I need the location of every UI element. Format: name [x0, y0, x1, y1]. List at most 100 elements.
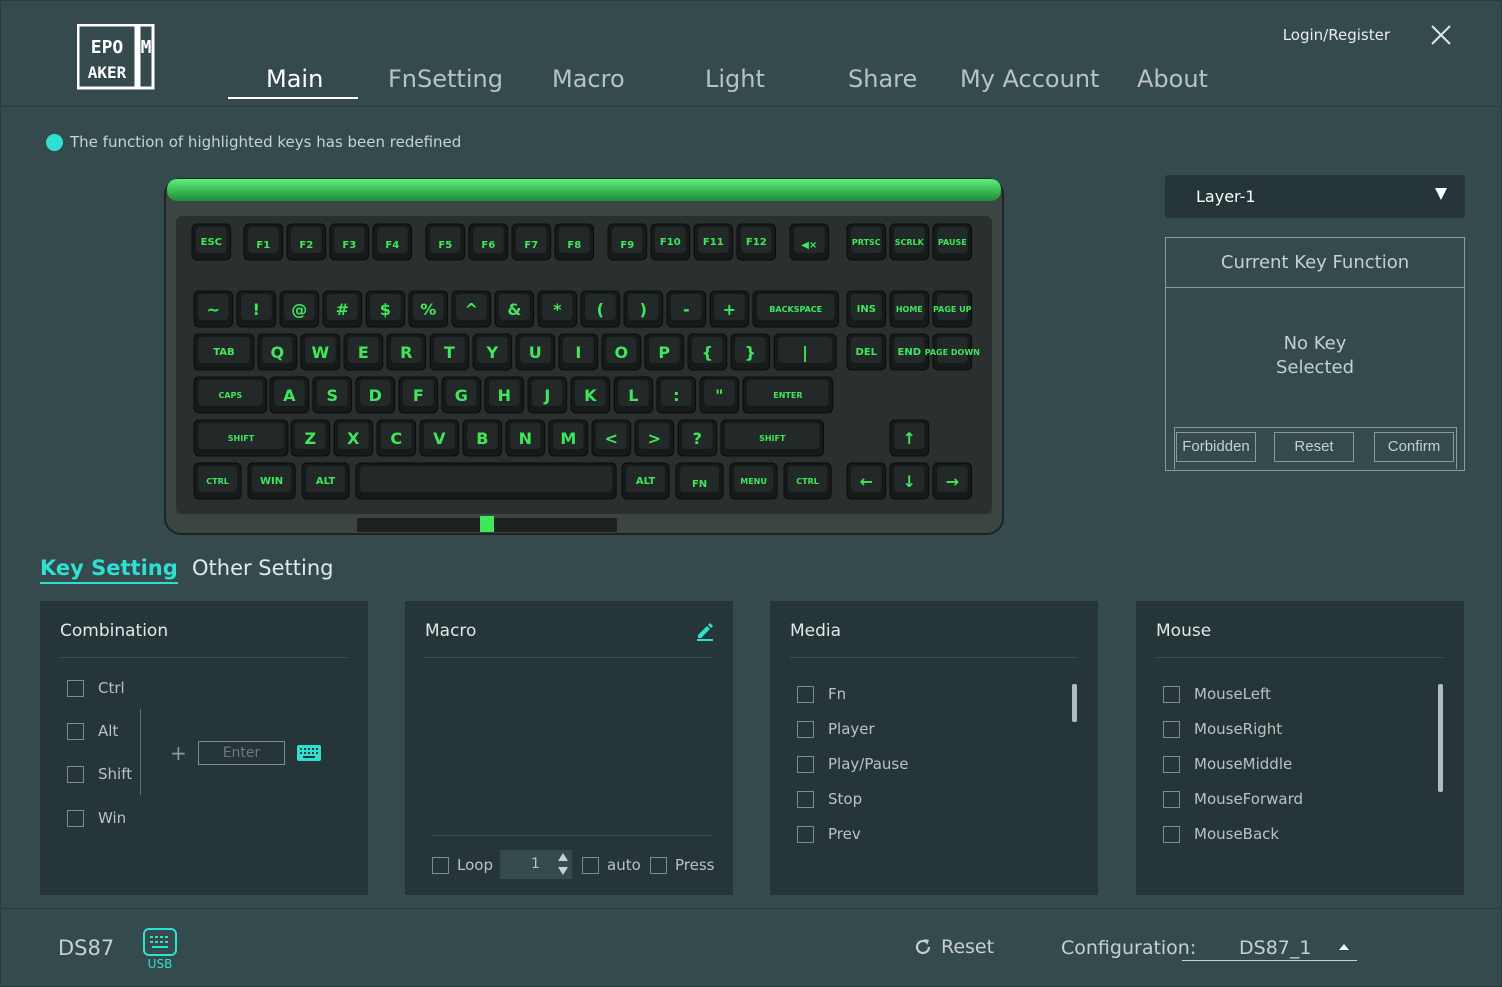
keyboard-key[interactable]: C [376, 419, 417, 457]
media-item-fn[interactable]: Fn [797, 685, 846, 703]
keyboard-key[interactable]: PRTSC [846, 223, 887, 261]
keyboard-key[interactable]: ! [236, 290, 277, 328]
nav-tab-fnsetting[interactable]: FnSetting [388, 65, 503, 93]
keyboard-key[interactable]: Y [472, 333, 513, 371]
keyboard-key[interactable]: PAUSE [932, 223, 973, 261]
login-register-link[interactable]: Login/Register [1283, 26, 1390, 44]
keyboard-key[interactable]: F12 [736, 223, 777, 261]
keyboard-key[interactable]: & [494, 290, 535, 328]
keyboard-key[interactable]: SCRLK [889, 223, 930, 261]
keyboard-key[interactable]: : [656, 376, 697, 414]
nav-tab-light[interactable]: Light [705, 65, 765, 93]
media-item-prev[interactable]: Prev [797, 825, 861, 843]
keyboard-key[interactable]: CTRL [783, 462, 832, 500]
keyboard-key[interactable]: } [730, 333, 771, 371]
media-item-player[interactable]: Player [797, 720, 875, 738]
keyboard-key[interactable]: A [269, 376, 310, 414]
keyboard-key[interactable]: F5 [425, 223, 466, 261]
keyboard-key[interactable]: P [644, 333, 685, 371]
tab-other-setting[interactable]: Other Setting [192, 556, 334, 580]
keyboard-key[interactable]: > [634, 419, 675, 457]
reset-key-button[interactable]: Reset [1274, 432, 1354, 462]
keyboard-key[interactable]: - [666, 290, 707, 328]
keyboard-icon[interactable] [297, 745, 321, 761]
loop-count-stepper[interactable]: 1 [500, 850, 572, 879]
keyboard-key[interactable]: HOME [889, 290, 930, 328]
keyboard-key[interactable]: ^ [451, 290, 492, 328]
keyboard-key[interactable]: ALT [301, 462, 350, 500]
mouse-item-forward[interactable]: MouseForward [1163, 790, 1303, 808]
keyboard-key[interactable]: ↑ [889, 419, 930, 457]
keyboard-key[interactable]: X [333, 419, 374, 457]
keyboard-key[interactable]: @ [279, 290, 320, 328]
keyboard-key[interactable]: SHIFT [720, 419, 824, 457]
modifier-shift-checkbox[interactable]: Shift [67, 765, 132, 783]
keyboard-key[interactable]: PAGE UP [932, 290, 973, 328]
keyboard-key[interactable]: { [687, 333, 728, 371]
keyboard-key[interactable]: F1 [243, 223, 284, 261]
keyboard-key[interactable]: F9 [607, 223, 648, 261]
tab-key-setting[interactable]: Key Setting [40, 556, 178, 584]
keyboard-key[interactable]: H [484, 376, 525, 414]
keyboard-key[interactable]: ALT [621, 462, 670, 500]
keyboard-key[interactable]: → [932, 462, 973, 500]
keyboard-key[interactable]: SHIFT [193, 419, 289, 457]
keyboard-key[interactable]: BACKSPACE [752, 290, 839, 328]
nav-tab-about[interactable]: About [1137, 65, 1208, 93]
combination-key-input[interactable] [198, 741, 285, 765]
keyboard-key[interactable]: * [537, 290, 578, 328]
nav-tab-macro[interactable]: Macro [552, 65, 625, 93]
nav-tab-main[interactable]: Main [266, 65, 323, 93]
keyboard-key[interactable]: O [601, 333, 642, 371]
keyboard-key[interactable]: ENTER [742, 376, 834, 414]
keyboard-key[interactable]: F11 [693, 223, 734, 261]
keyboard-key[interactable]: TAB [193, 333, 255, 371]
stepper-down-icon[interactable] [558, 867, 568, 875]
keyboard-key[interactable]: ↓ [889, 462, 930, 500]
keyboard-key[interactable]: F4 [372, 223, 413, 261]
keyboard-key[interactable]: END [889, 333, 930, 371]
confirm-button[interactable]: Confirm [1374, 432, 1454, 462]
keyboard-key[interactable]: ) [623, 290, 664, 328]
configuration-select[interactable]: DS87_1 [1182, 933, 1357, 961]
nav-tab-my-account[interactable]: My Account [960, 65, 1099, 93]
keyboard-key[interactable]: < [591, 419, 632, 457]
keyboard-key[interactable]: T [429, 333, 470, 371]
stepper-up-icon[interactable] [558, 853, 568, 861]
keyboard-key[interactable]: F10 [650, 223, 691, 261]
modifier-ctrl-checkbox[interactable]: Ctrl [67, 679, 125, 697]
keyboard-key[interactable]: F3 [329, 223, 370, 261]
keyboard-key[interactable]: U [515, 333, 556, 371]
keyboard-key[interactable]: W [300, 333, 341, 371]
keyboard-key[interactable]: Q [257, 333, 298, 371]
loop-checkbox[interactable]: Loop [432, 856, 493, 874]
modifier-win-checkbox[interactable]: Win [67, 809, 126, 827]
keyboard-key[interactable]: MENU [729, 462, 778, 500]
keyboard-key[interactable]: N [505, 419, 546, 457]
keyboard-key[interactable]: ? [677, 419, 718, 457]
keyboard-key[interactable]: K [570, 376, 611, 414]
keyboard-key[interactable]: | [773, 333, 837, 371]
close-icon[interactable] [1427, 21, 1455, 49]
keyboard-key[interactable]: CAPS [193, 376, 268, 414]
keyboard-key[interactable]: F8 [554, 223, 595, 261]
keyboard-key[interactable] [355, 462, 617, 500]
keyboard-key[interactable]: E [343, 333, 384, 371]
keyboard-key[interactable]: S [312, 376, 353, 414]
keyboard-key[interactable]: " [699, 376, 740, 414]
keyboard-key[interactable]: D [355, 376, 396, 414]
keyboard-key[interactable]: I [558, 333, 599, 371]
mouse-item-right[interactable]: MouseRight [1163, 720, 1282, 738]
keyboard-key[interactable]: V [419, 419, 460, 457]
nav-tab-share[interactable]: Share [848, 65, 917, 93]
keyboard-key[interactable]: F2 [286, 223, 327, 261]
press-checkbox[interactable]: Press [650, 856, 714, 874]
keyboard-key[interactable]: Z [290, 419, 331, 457]
auto-checkbox[interactable]: auto [582, 856, 641, 874]
keyboard-key[interactable]: F7 [511, 223, 552, 261]
keyboard-key[interactable]: F6 [468, 223, 509, 261]
modifier-alt-checkbox[interactable]: Alt [67, 722, 118, 740]
keyboard-key[interactable]: M [548, 419, 589, 457]
keyboard-key[interactable]: FN [675, 462, 724, 500]
keyboard-key[interactable]: ( [580, 290, 621, 328]
